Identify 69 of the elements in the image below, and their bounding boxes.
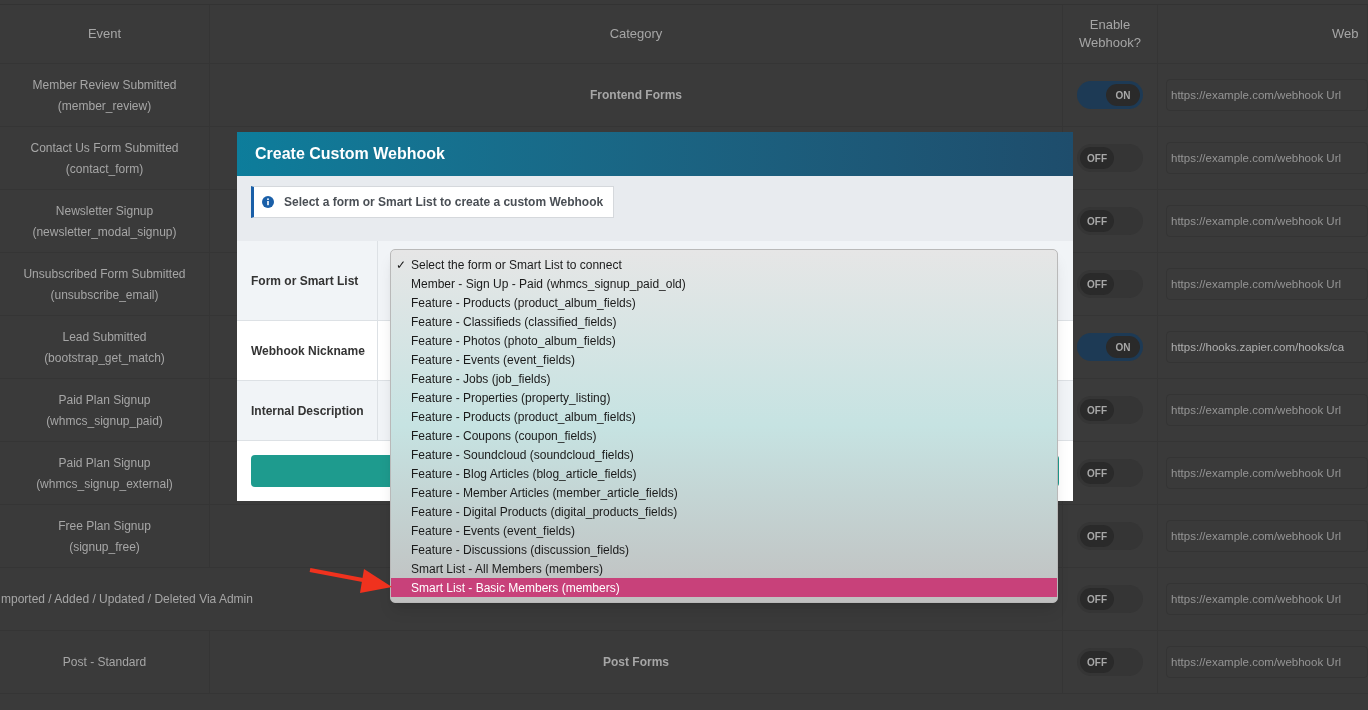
event-code: (unsubscribe_email) bbox=[50, 286, 159, 304]
dropdown-option[interactable]: Smart List - Basic Members (members) bbox=[391, 578, 1057, 597]
dropdown-option[interactable]: Feature - Blog Articles (blog_article_fields) bbox=[391, 464, 1057, 483]
url-field[interactable]: https://example.com/webhook Url bbox=[1166, 394, 1368, 426]
url-field[interactable]: https://example.com/webhook Url bbox=[1166, 583, 1368, 615]
url-field[interactable]: https://example.com/webhook Url bbox=[1166, 646, 1368, 678]
event-name: Paid Plan Signup bbox=[58, 391, 151, 409]
event-name: mported / Added / Updated / Deleted Via Admin bbox=[1, 591, 253, 608]
dropdown-option[interactable]: Feature - Member Articles (member_article_fields) bbox=[391, 483, 1057, 502]
event-name: Member Review Submitted bbox=[32, 76, 177, 94]
dropdown-option[interactable]: Feature - Classifieds (classified_fields) bbox=[391, 312, 1057, 331]
dropdown-option[interactable]: Feature - Jobs (job_fields) bbox=[391, 369, 1057, 388]
field-label: Internal Description bbox=[251, 402, 364, 420]
dropdown-option[interactable]: Smart List - All Members (members) bbox=[391, 559, 1057, 578]
toggle-switch[interactable]: OFF bbox=[1077, 459, 1143, 487]
info-text: Select a form or Smart List to create a custom Webhook bbox=[284, 194, 604, 211]
field-label: Form or Smart List bbox=[251, 272, 359, 290]
event-name: Paid Plan Signup bbox=[58, 454, 151, 472]
dropdown-option[interactable]: Feature - Products (product_album_fields) bbox=[391, 407, 1057, 426]
url-field[interactable]: https://example.com/webhook Url bbox=[1166, 268, 1368, 300]
event-code: (member_review) bbox=[57, 97, 152, 115]
event-code: (whmcs_signup_paid) bbox=[46, 412, 163, 430]
event-name: Contact Us Form Submitted bbox=[30, 139, 179, 157]
event-code: (whmcs_signup_external) bbox=[36, 475, 173, 493]
event-code: (signup_free) bbox=[69, 538, 140, 556]
event-name: Post - Standard bbox=[62, 654, 147, 671]
dropdown-option[interactable]: Feature - Events (event_fields) bbox=[391, 521, 1057, 540]
toggle-switch[interactable]: OFF bbox=[1077, 585, 1143, 613]
column-header: Event bbox=[87, 25, 122, 44]
event-code: (contact_form) bbox=[65, 160, 144, 178]
toggle-switch[interactable]: ON bbox=[1077, 81, 1143, 109]
event-code: (bootstrap_get_match) bbox=[44, 349, 165, 367]
modal-title: Create Custom Webhook bbox=[255, 144, 445, 164]
event-name: Unsubscribed Form Submitted bbox=[23, 265, 186, 283]
url-field[interactable]: https://example.com/webhook Url bbox=[1166, 205, 1368, 237]
category-label: Post Forms bbox=[603, 654, 669, 671]
toggle-switch[interactable]: OFF bbox=[1077, 396, 1143, 424]
toggle-switch[interactable]: OFF bbox=[1077, 207, 1143, 235]
event-name: Lead Submitted bbox=[62, 328, 147, 346]
column-header: Category bbox=[609, 25, 663, 44]
dropdown-option[interactable]: Feature - Photos (photo_album_fields) bbox=[391, 331, 1057, 350]
dropdown-option[interactable]: Feature - Discussions (discussion_fields) bbox=[391, 540, 1057, 559]
toggle-switch[interactable]: OFF bbox=[1077, 144, 1143, 172]
url-field[interactable]: https://hooks.zapier.com/hooks/ca bbox=[1166, 331, 1368, 363]
event-name: Free Plan Signup bbox=[58, 517, 151, 535]
info-icon bbox=[262, 196, 274, 208]
toggle-switch[interactable]: OFF bbox=[1077, 522, 1143, 550]
url-field[interactable]: https://example.com/webhook Url bbox=[1166, 79, 1368, 111]
dropdown-option[interactable]: Feature - Digital Products (digital_products_fields) bbox=[391, 502, 1057, 521]
url-field[interactable]: https://example.com/webhook Url bbox=[1166, 142, 1368, 174]
arrow-icon bbox=[308, 566, 392, 594]
category-label: Frontend Forms bbox=[590, 87, 682, 104]
event-code: (newsletter_modal_signup) bbox=[32, 223, 177, 241]
dropdown-option[interactable]: ✓ Select the form or Smart List to connect bbox=[391, 255, 1057, 274]
dropdown-option[interactable]: Feature - Properties (property_listing) bbox=[391, 388, 1057, 407]
toggle-switch[interactable]: ON bbox=[1077, 333, 1143, 361]
dropdown-option[interactable]: Feature - Soundcloud (soundcloud_fields) bbox=[391, 445, 1057, 464]
dropdown-option[interactable]: Feature - Events (event_fields) bbox=[391, 350, 1057, 369]
toggle-switch[interactable]: OFF bbox=[1077, 648, 1143, 676]
dropdown-option[interactable]: Feature - Coupons (coupon_fields) bbox=[391, 426, 1057, 445]
dropdown-option[interactable]: Feature - Products (product_album_fields) bbox=[391, 293, 1057, 312]
field-label: Webhook Nickname bbox=[251, 342, 365, 360]
dropdown-option[interactable]: Member - Sign Up - Paid (whmcs_signup_paid_old) bbox=[391, 274, 1057, 293]
event-name: Newsletter Signup bbox=[55, 202, 154, 220]
url-field[interactable]: https://example.com/webhook Url bbox=[1166, 457, 1368, 489]
toggle-switch[interactable]: OFF bbox=[1077, 270, 1143, 298]
column-header: Enable Webhook? bbox=[1078, 16, 1142, 52]
url-field[interactable]: https://example.com/webhook Url bbox=[1166, 520, 1368, 552]
column-header: Web bbox=[1332, 25, 1359, 44]
